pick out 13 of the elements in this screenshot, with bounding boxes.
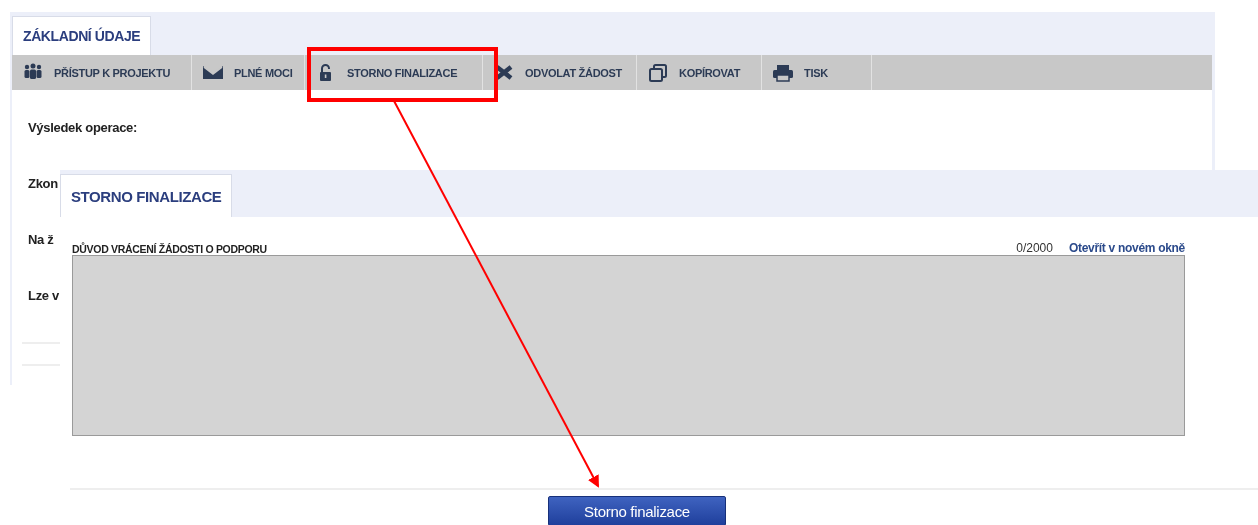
cancel-finalization-button[interactable]: Storno finalizace — [548, 496, 726, 525]
field-label: Na ž — [28, 232, 54, 247]
tab[interactable]: STORNO FINALIZACE — [60, 174, 233, 217]
field-label: Zkon — [28, 176, 58, 191]
open-new-window-link[interactable]: Otevřít v novém okně — [1068, 241, 1185, 255]
tab[interactable]: ZÁKLADNÍ ÚDAJE — [12, 16, 152, 55]
field-label: Výsledek operace: — [28, 120, 138, 135]
character-counter: 0/2000 — [1016, 241, 1053, 255]
field-label: Lze v — [28, 288, 59, 303]
printer-icon — [772, 62, 794, 83]
field-label: DŮVOD VRÁCENÍ ŽÁDOSTI O PODPORU — [72, 243, 268, 255]
copy-icon — [647, 62, 669, 83]
text-area[interactable] — [72, 255, 1185, 436]
